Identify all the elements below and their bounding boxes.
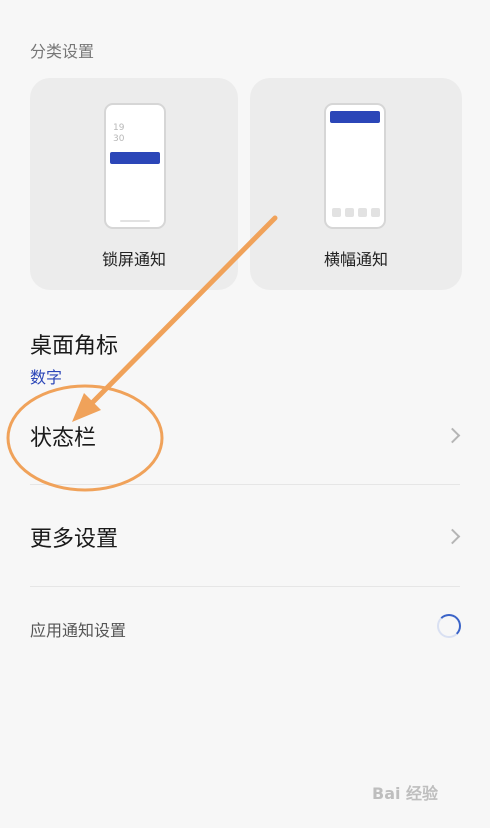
desktop-badge-title: 桌面角标 bbox=[30, 334, 119, 359]
lockscreen-banner-illustration bbox=[110, 152, 160, 164]
baidu-watermark-logo: Bai 经验 bbox=[372, 784, 439, 803]
home-indicator bbox=[120, 220, 150, 222]
more-settings-title: 更多设置 bbox=[30, 527, 119, 552]
more-settings-row[interactable]: 更多设置 bbox=[30, 521, 462, 552]
desktop-badge-value: 数字 bbox=[30, 368, 63, 387]
status-bar-title: 状态栏 bbox=[30, 426, 97, 451]
top-banner-illustration bbox=[330, 111, 380, 123]
dock-icons-illustration bbox=[332, 208, 380, 217]
status-bar-row[interactable]: 状态栏 bbox=[30, 420, 462, 451]
banner-notification-label: 横幅通知 bbox=[323, 250, 388, 269]
divider bbox=[30, 484, 460, 485]
dock-icon bbox=[358, 208, 367, 217]
clock-minute: 30 bbox=[113, 134, 125, 144]
dock-icon bbox=[332, 208, 341, 217]
dock-icon bbox=[371, 208, 380, 217]
banner-notification-card[interactable]: 横幅通知 bbox=[250, 78, 462, 290]
dock-icon bbox=[345, 208, 354, 217]
lockscreen-notification-label: 锁屏通知 bbox=[101, 250, 166, 269]
divider bbox=[30, 586, 460, 587]
clock-hour: 19 bbox=[113, 123, 125, 133]
banner-phone-illustration bbox=[324, 103, 386, 229]
lockscreen-clock: 19 30 bbox=[113, 123, 124, 145]
app-notification-settings-label: 应用通知设置 bbox=[30, 621, 127, 640]
annotation-arrow-head bbox=[72, 393, 101, 422]
lockscreen-phone-illustration: 19 30 bbox=[104, 103, 166, 229]
notification-style-cards: 19 30 锁屏通知 横幅通知 bbox=[30, 78, 462, 290]
loading-spinner-icon bbox=[437, 614, 461, 638]
section-title: 分类设置 bbox=[30, 42, 95, 61]
lockscreen-notification-card[interactable]: 19 30 锁屏通知 bbox=[30, 78, 238, 290]
desktop-badge-row[interactable]: 桌面角标 数字 bbox=[30, 328, 462, 388]
